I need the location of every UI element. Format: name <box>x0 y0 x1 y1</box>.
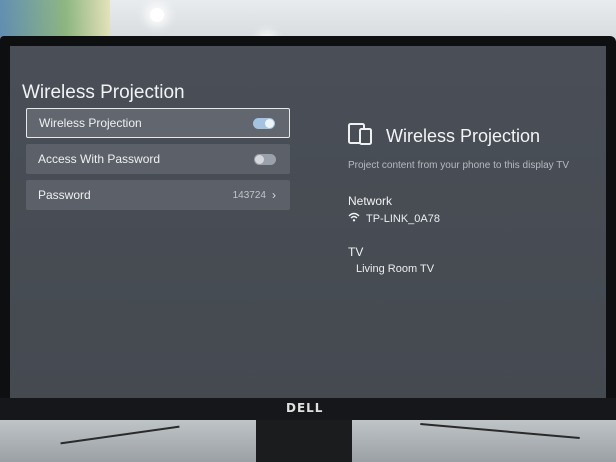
wireless-projection-toggle[interactable] <box>253 117 275 129</box>
monitor: Wireless Projection Wireless Projection … <box>0 36 616 420</box>
toggle-knob <box>255 154 264 164</box>
row-label: Access With Password <box>38 152 161 166</box>
toggle-knob <box>265 118 274 128</box>
cable <box>60 425 180 445</box>
devices-icon <box>348 122 374 151</box>
page-title: Wireless Projection <box>22 82 185 103</box>
network-label: Network <box>348 194 393 208</box>
info-title: Wireless Projection <box>386 126 541 146</box>
cable <box>420 423 580 439</box>
wireless-projection-row[interactable]: Wireless Projection <box>26 108 290 138</box>
tv-label: TV <box>348 245 364 259</box>
info-panel: Wireless Projection Project content from… <box>348 122 598 275</box>
wifi-icon <box>348 212 360 225</box>
ceiling-light <box>150 8 164 22</box>
row-label: Wireless Projection <box>39 116 142 130</box>
monitor-stand <box>256 420 352 462</box>
password-row[interactable]: Password 143724 › <box>26 180 290 210</box>
tv-value: Living Room TV <box>356 263 435 275</box>
wall-decor <box>0 0 110 40</box>
tv-screen: Wireless Projection Wireless Projection … <box>10 46 606 398</box>
info-description: Project content from your phone to this … <box>348 160 570 171</box>
network-value: TP-LINK_0A78 <box>366 212 440 225</box>
access-with-password-toggle[interactable] <box>254 153 276 165</box>
chevron-right-icon: › <box>272 188 276 202</box>
access-with-password-row[interactable]: Access With Password <box>26 144 290 174</box>
password-value: 143724 <box>232 189 266 201</box>
monitor-logo: DELL <box>286 401 324 415</box>
row-label: Password <box>38 188 91 202</box>
